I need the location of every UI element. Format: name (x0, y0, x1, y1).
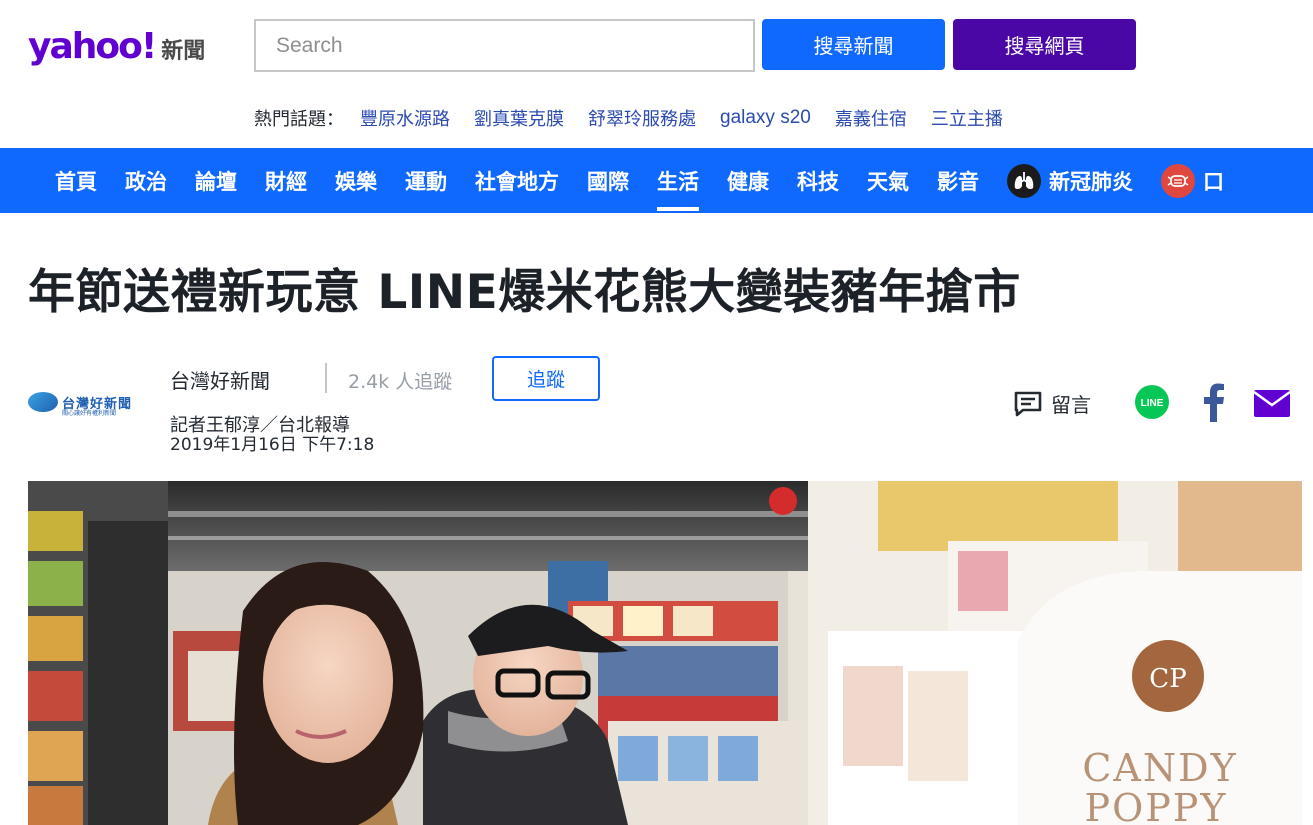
divider (325, 363, 327, 393)
followers-number: 2.4k (348, 371, 390, 393)
nav-item-covid-label: 新冠肺炎 (1049, 169, 1133, 194)
trending-topic-link[interactable]: 舒翠玲服務處 (588, 105, 696, 131)
follow-button[interactable]: 追蹤 (492, 356, 600, 401)
mail-share-icon[interactable] (1254, 390, 1290, 417)
trending-topic-link[interactable]: 嘉義住宿 (835, 105, 907, 131)
news-section-label: 新聞 (161, 39, 206, 64)
hero-sign-line2: POPPY (1085, 786, 1228, 825)
nav-item-politics[interactable]: 政治 (125, 148, 167, 213)
hero-sign-line1: CANDY (1082, 746, 1237, 790)
trending-topics: 熱門話題： 豐原水源路 劉真葉克膜 舒翠玲服務處 galaxy s20 嘉義住宿… (254, 104, 1027, 132)
followers-label: 人追蹤 (395, 371, 453, 393)
nav-item-sports[interactable]: 運動 (405, 148, 447, 213)
nav-item-mask[interactable]: 口 (1161, 148, 1224, 213)
nav-item-weather[interactable]: 天氣 (867, 148, 909, 213)
article-published-date: 2019年1月16日 下午7:18 (170, 435, 375, 455)
hero-brand-mark: CP (1149, 664, 1186, 694)
search-news-button[interactable]: 搜尋新聞 (762, 19, 945, 70)
nav-item-video[interactable]: 影音 (937, 148, 979, 213)
nav-item-tech[interactable]: 科技 (797, 148, 839, 213)
search-input[interactable] (254, 19, 755, 72)
source-logo-mark-icon (28, 392, 58, 412)
nav-item-society[interactable]: 社會地方 (475, 148, 559, 213)
followers-count: 2.4k 人追蹤 (348, 367, 452, 394)
trending-topic-link[interactable]: 豐原水源路 (360, 105, 450, 131)
nav-item-covid[interactable]: 新冠肺炎 (1007, 148, 1133, 213)
comment-icon (1014, 391, 1042, 416)
category-nav: 首頁 政治 論壇 財經 娛樂 運動 社會地方 國際 生活 健康 科技 天氣 影音… (0, 148, 1313, 213)
trending-topic-link[interactable]: 劉真葉克膜 (474, 105, 564, 131)
source-logo[interactable]: 台灣好新聞 關心讓好有權利新聞 (28, 386, 153, 418)
nav-item-lifestyle[interactable]: 生活 (657, 148, 699, 213)
line-share-icon[interactable]: LINE (1133, 385, 1171, 423)
article-hero-image[interactable]: CP CANDY POPPY (28, 481, 1302, 825)
article-headline: 年節送禮新玩意 LINE爆米花熊大變裝豬年搶市 (28, 265, 1021, 320)
search-web-button[interactable]: 搜尋網頁 (953, 19, 1136, 70)
trending-topic-link[interactable]: galaxy s20 (720, 107, 811, 129)
nav-item-home[interactable]: 首頁 (55, 148, 97, 213)
facebook-share-icon[interactable] (1200, 382, 1226, 422)
hero-photo: CP CANDY POPPY (28, 481, 1302, 825)
comment-label: 留言 (1051, 393, 1091, 417)
nav-item-mask-label: 口 (1203, 169, 1224, 194)
lungs-icon (1007, 163, 1041, 198)
line-share-label: LINE (1141, 398, 1164, 409)
nav-item-finance[interactable]: 財經 (265, 148, 307, 213)
mask-icon (1161, 163, 1195, 198)
source-logo-tagline: 關心讓好有權利新聞 (62, 410, 117, 417)
trending-label: 熱門話題： (254, 109, 344, 130)
nav-item-international[interactable]: 國際 (587, 148, 629, 213)
yahoo-news-logo[interactable]: yahoo! 新聞 (28, 26, 205, 68)
nav-item-health[interactable]: 健康 (727, 148, 769, 213)
trending-topic-link[interactable]: 三立主播 (931, 105, 1003, 131)
comment-button[interactable]: 留言 (1013, 389, 1091, 418)
yahoo-logo-text: yahoo! (28, 26, 157, 67)
source-name-link[interactable]: 台灣好新聞 (170, 365, 270, 394)
nav-item-forum[interactable]: 論壇 (195, 148, 237, 213)
nav-item-entertainment[interactable]: 娛樂 (335, 148, 377, 213)
